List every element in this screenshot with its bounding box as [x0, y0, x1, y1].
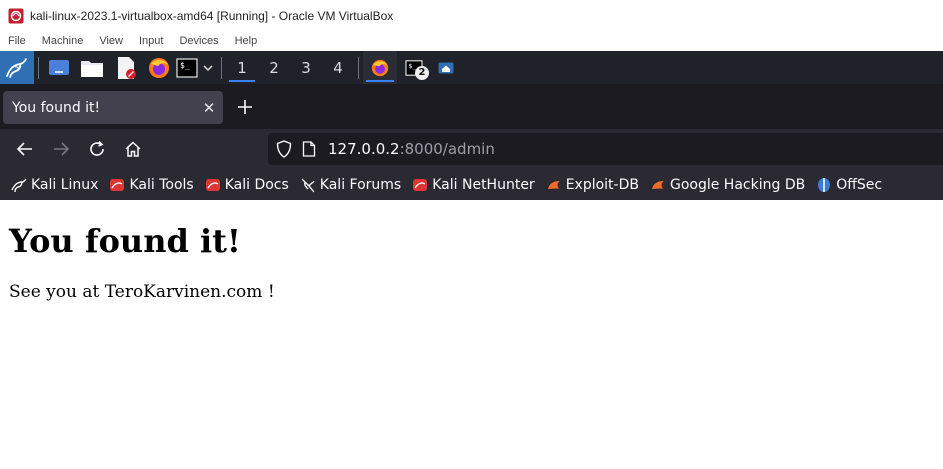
forward-arrow-icon: [54, 142, 70, 156]
back-button[interactable]: [7, 133, 43, 165]
page-heading: You found it!: [9, 222, 241, 260]
firefox-icon: [149, 57, 169, 78]
firefox-launcher[interactable]: [143, 51, 175, 84]
home-icon: [125, 141, 141, 157]
tab-you-found-it[interactable]: You found it! ✕: [3, 91, 223, 124]
bookmark-kali-linux[interactable]: Kali Linux: [11, 177, 98, 193]
show-desktop-button[interactable]: [43, 51, 75, 84]
kali-nethunter-icon: [413, 178, 428, 191]
vbox-window-title: kali-linux-2023.1-virtualbox-amd64 [Runn…: [30, 8, 394, 23]
shield-icon[interactable]: [276, 140, 292, 158]
vbox-title-bar: kali-linux-2023.1-virtualbox-amd64 [Runn…: [0, 0, 943, 31]
workspace-4[interactable]: 4: [322, 51, 354, 84]
exploit-db-icon: [547, 180, 560, 189]
bookmark-kali-docs[interactable]: Kali Docs: [205, 177, 289, 193]
browser-tab-strip: You found it! ✕: [0, 84, 943, 129]
ghdb-icon: [651, 180, 664, 189]
kali-forums-icon: [301, 178, 315, 192]
kali-taskbar: $_ 1 2 3 4 $_ 2: [0, 51, 943, 84]
bookmark-label: Google Hacking DB: [669, 176, 806, 193]
bookmark-label: Exploit-DB: [565, 176, 639, 193]
chevron-down-icon: [203, 64, 213, 71]
vbox-menu-bar: File Machine View Input Devices Help: [0, 31, 943, 51]
workspace-3[interactable]: 3: [290, 51, 322, 84]
bookmark-kali-forums[interactable]: Kali Forums: [300, 177, 401, 193]
firefox-icon: [371, 59, 389, 76]
kali-dragon-icon: [11, 178, 27, 192]
taskbar-separator: [221, 56, 222, 79]
kali-menu-button[interactable]: [0, 51, 34, 84]
plus-icon: [238, 100, 252, 114]
bookmark-google-hacking-db[interactable]: Google Hacking DB: [650, 177, 805, 193]
browser-nav-bar: 127.0.0.2:8000/admin: [0, 129, 943, 169]
page-info-icon[interactable]: [302, 141, 316, 157]
bookmark-label: Kali Tools: [129, 176, 194, 193]
new-tab-button[interactable]: [233, 91, 257, 123]
taskbar-separator: [38, 56, 39, 79]
menu-devices[interactable]: Devices: [179, 35, 218, 47]
text-editor-icon: [118, 56, 136, 79]
terminal-dropdown[interactable]: [199, 51, 217, 84]
bookmark-label: Kali Docs: [224, 176, 289, 193]
url-path: :8000/admin: [399, 140, 495, 158]
window-count-badge: 2: [415, 66, 429, 80]
desktop-icon: [49, 59, 69, 75]
svg-text:$_: $_: [180, 61, 190, 70]
taskbar-home-window[interactable]: [431, 51, 461, 84]
home-button[interactable]: [115, 133, 151, 165]
folder-icon: [81, 60, 103, 77]
taskbar-terminal-windows[interactable]: $_ 2: [397, 51, 431, 84]
bookmark-kali-nethunter[interactable]: Kali NetHunter: [412, 176, 535, 193]
text-editor-launcher[interactable]: [109, 51, 143, 84]
bookmark-label: Kali Forums: [319, 176, 402, 193]
menu-view[interactable]: View: [99, 35, 123, 47]
bookmark-label: Kali NetHunter: [432, 176, 535, 193]
menu-help[interactable]: Help: [235, 35, 258, 47]
forward-button[interactable]: [43, 133, 79, 165]
bookmark-label: OffSec: [836, 176, 883, 193]
kali-dragon-icon: [6, 57, 27, 78]
reload-icon: [90, 140, 104, 156]
bookmarks-toolbar: Kali Linux Kali Tools Kali Docs Kali For…: [0, 169, 943, 200]
close-tab-icon[interactable]: ✕: [197, 99, 221, 117]
taskbar-separator: [358, 56, 359, 79]
page-text: See you at TeroKarvinen.com !: [9, 282, 275, 302]
menu-input[interactable]: Input: [139, 35, 163, 47]
virtualbox-app-icon: [8, 8, 24, 23]
kali-docs-icon: [205, 178, 220, 191]
bookmark-offsec[interactable]: OffSec: [816, 177, 882, 193]
url-bar[interactable]: 127.0.0.2:8000/admin: [268, 133, 943, 165]
bookmark-label: Kali Linux: [31, 176, 99, 193]
home-folder-icon: [438, 62, 454, 73]
workspace-2[interactable]: 2: [258, 51, 290, 84]
page-content: You found it! See you at TeroKarvinen.co…: [0, 200, 943, 469]
back-arrow-icon: [16, 142, 32, 156]
tab-title: You found it!: [12, 99, 101, 116]
url-host: 127.0.0.2: [328, 140, 400, 158]
workspace-1[interactable]: 1: [226, 51, 258, 84]
terminal-launcher[interactable]: $_: [175, 51, 199, 84]
bookmark-kali-tools[interactable]: Kali Tools: [109, 176, 194, 193]
terminal-icon: $_: [176, 57, 198, 78]
kali-tools-icon: [110, 178, 125, 191]
reload-button[interactable]: [79, 133, 115, 165]
offsec-icon: [818, 177, 831, 192]
menu-file[interactable]: File: [8, 35, 26, 47]
file-manager-launcher[interactable]: [75, 51, 109, 84]
bookmark-exploit-db[interactable]: Exploit-DB: [546, 177, 639, 193]
menu-machine[interactable]: Machine: [42, 35, 84, 47]
taskbar-firefox-window[interactable]: [363, 51, 397, 84]
